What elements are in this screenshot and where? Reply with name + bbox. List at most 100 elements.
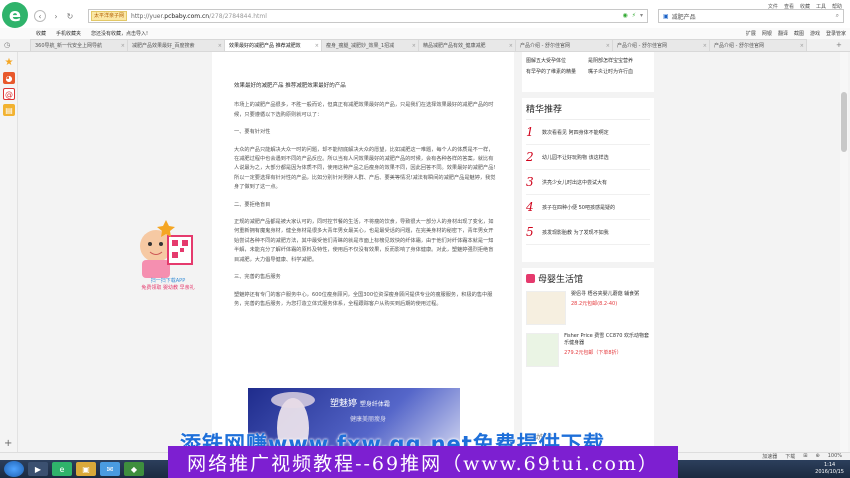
status-download[interactable]: 下载 — [785, 453, 795, 460]
back-button[interactable]: ‹ — [34, 10, 46, 22]
app-icon[interactable]: ◆ — [124, 462, 144, 476]
picks-title: 精华推荐 — [526, 102, 650, 120]
product-price: 279.2元包邮（下单8折） — [564, 350, 622, 356]
tab-history-icon[interactable]: ◷ — [4, 41, 10, 49]
top-link[interactable]: 是阴部怎样宝宝营养 — [588, 56, 650, 67]
promo-caption[interactable]: 扫一扫下载APP 免费领取 婴幼教 早亲礼 — [136, 278, 200, 292]
close-icon[interactable]: × — [315, 43, 319, 49]
browser-taskbar-icon[interactable]: e — [52, 462, 72, 476]
tab-products-effective[interactable]: 精品减肥产品有效_健康减肥 × — [418, 39, 516, 51]
scrollbar-thumb[interactable] — [841, 92, 847, 152]
explorer-icon[interactable]: ▣ — [76, 462, 96, 476]
clock-time: 1:14 — [823, 462, 836, 468]
article-paragraph: 市场上的减肥产品很多，不胜一般而论，但真正有减肥效果最好的产品，只是我们在选择效… — [234, 102, 494, 118]
status-settings[interactable]: ⊕ — [816, 453, 820, 460]
top-link[interactable]: 图解五大受孕体位 — [526, 56, 588, 67]
new-tab-button[interactable]: + — [836, 41, 842, 49]
url-text[interactable]: http://yuer.pcbaby.com.cn/278/2784844.ht… — [131, 13, 267, 20]
pick-number: 1 — [526, 125, 534, 139]
search-engine-icon[interactable]: ▣ — [663, 13, 669, 20]
bookmark-import[interactable]: 您还没有收藏，点击导入! — [91, 30, 148, 37]
toolbar-extensions[interactable]: 扩展 — [746, 30, 756, 37]
top-link[interactable]: 有早孕的了维素的精量 — [526, 67, 588, 78]
image-title: 塑魅婷 塑身纤体霜 — [330, 396, 390, 409]
pick-item[interactable]: 2 幼儿园不让好玩购物 该这样选 — [526, 145, 650, 170]
pick-text: 孩发现影胎教 为了发现不如我 — [542, 229, 609, 236]
bookmark-favorites[interactable]: 收藏 — [36, 30, 46, 37]
browser-logo[interactable]: e — [2, 2, 28, 28]
close-icon[interactable]: × — [121, 43, 125, 49]
refresh-button[interactable]: ↻ — [64, 10, 76, 22]
close-icon[interactable]: × — [412, 43, 416, 49]
system-clock[interactable]: 1:14 2016/10/15 — [815, 462, 844, 476]
pick-item[interactable]: 5 孩发现影胎教 为了发现不如我 — [526, 220, 650, 245]
section-heading: 二、要拒绝盲目 — [234, 201, 271, 208]
forward-button[interactable]: › — [50, 10, 62, 22]
pick-text: 孩子在四种小便 50吧孩感是疑的 — [542, 204, 615, 211]
toolbar-right: 扩展 网银 翻译 截图 游戏 登录管家 — [746, 28, 846, 39]
store-logo-icon — [526, 274, 535, 283]
mail-icon[interactable]: @ — [3, 88, 15, 100]
url-path: /278/2784844.html — [209, 12, 267, 20]
toolbar-screenshot[interactable]: 截图 — [794, 30, 804, 37]
page-scrollbar[interactable] — [840, 52, 848, 452]
pick-text: 洪亮少女儿时出这中尝试大有 — [542, 179, 608, 186]
section-heading: 一、要有针对性 — [234, 129, 271, 136]
close-icon[interactable]: × — [606, 43, 610, 49]
pick-item[interactable]: 3 洪亮少女儿时出这中尝试大有 — [526, 170, 650, 195]
notes-icon[interactable]: ▤ — [3, 104, 15, 116]
tab-slimming[interactable]: 瘦身_瘦腿_减肥妙_效果_1招减 × — [321, 39, 419, 51]
product-image[interactable] — [526, 333, 560, 367]
picks-list: 1 数次看看见 阿四身体不能啊定 2 幼儿园不让好玩购物 该这样选 3 洪亮少女儿时出… — [526, 120, 650, 245]
product-price: 28.2元包邮(8.2-40) — [571, 301, 618, 307]
tab-current-article[interactable]: 效果最好的减肥产品 推荐减肥效 × — [224, 39, 322, 51]
pick-item[interactable]: 4 孩子在四种小便 50吧孩感是疑的 — [526, 195, 650, 220]
pick-number: 4 — [526, 200, 534, 214]
product-card[interactable]: Fisher Price 费雪 CC870 欢乐动物套乐健身器 279.2元包邮（… — [526, 333, 650, 367]
tab-product-intro-2[interactable]: 产品介绍 - 舒尔佳官网 × — [612, 39, 710, 51]
pick-number: 5 — [526, 225, 534, 239]
tab-product-intro-1[interactable]: 产品介绍 - 舒尔佳官网 × — [515, 39, 613, 51]
status-items: 加速器 下载 ⊞ ⊕ 100% — [762, 453, 842, 460]
chat-icon[interactable]: ✉ — [100, 462, 120, 476]
toolbar-login[interactable]: 登录管家 — [826, 30, 846, 37]
side-panel: ★ ◕ @ ▤ + — [0, 52, 18, 452]
favorites-star-icon[interactable]: ★ — [3, 56, 15, 68]
picks-section: 精华推荐 1 数次看看见 阿四身体不能啊定 2 幼儿园不让好玩购物 该这样选 3 洪亮… — [526, 102, 650, 245]
product-name[interactable]: 婴侣寻 梧谷夹婴儿蘑菇 辅食粥 — [571, 291, 639, 298]
close-icon[interactable]: × — [509, 43, 513, 49]
lightning-icon[interactable]: ⚡ — [632, 12, 636, 19]
search-field[interactable]: ▣ 减肥产品 ⌕ — [658, 9, 844, 23]
image-product: 塑身纤体霜 — [359, 401, 390, 408]
shield-icon[interactable]: ◉ — [623, 12, 628, 19]
product-name[interactable]: Fisher Price 费雪 CC870 欢乐动物套乐健身器 — [564, 333, 650, 347]
close-icon[interactable]: × — [800, 43, 804, 49]
tab-360-nav[interactable]: 360导航_新一代安全上网导航 × — [30, 39, 128, 51]
toolbar-bank[interactable]: 网银 — [762, 30, 772, 37]
product-image[interactable] — [526, 291, 566, 325]
pick-item[interactable]: 1 数次看看见 阿四身体不能啊定 — [526, 120, 650, 145]
bookmark-mobile[interactable]: 手机收藏夹 — [56, 30, 81, 37]
address-bar[interactable]: 太平洋亲子网 http://yuer.pcbaby.com.cn/278/278… — [88, 9, 648, 23]
status-accelerator[interactable]: 加速器 — [762, 453, 777, 460]
status-windows[interactable]: ⊞ — [803, 453, 807, 460]
tab-baidu-search[interactable]: 减肥产品效果最好_百度搜索 × — [127, 39, 225, 51]
start-button[interactable] — [4, 461, 24, 477]
close-icon[interactable]: × — [218, 43, 222, 49]
tab-label: 产品介绍 - 舒尔佳官网 — [617, 43, 667, 49]
toolbar-translate[interactable]: 翻译 — [778, 30, 788, 37]
weibo-icon[interactable]: ◕ — [3, 72, 15, 84]
dropdown-icon[interactable]: ▾ — [640, 12, 643, 19]
close-icon[interactable]: × — [703, 43, 707, 49]
product-card[interactable]: 婴侣寻 梧谷夹婴儿蘑菇 辅食粥 28.2元包邮(8.2-40) — [526, 291, 650, 325]
toolbar-games[interactable]: 游戏 — [810, 30, 820, 37]
tab-product-intro-3[interactable]: 产品介绍 - 舒尔佳官网 × — [709, 39, 807, 51]
status-zoom[interactable]: 100% — [828, 453, 842, 460]
url-domain: pcbaby.com.cn — [164, 12, 210, 20]
media-player-icon[interactable]: ▶ — [28, 462, 48, 476]
tab-label: 360导航_新一代安全上网导航 — [35, 43, 103, 49]
top-link[interactable]: 嘴子炎让时为许行血 — [588, 67, 650, 78]
add-icon[interactable]: + — [4, 438, 12, 449]
search-input[interactable]: 减肥产品 — [672, 12, 696, 21]
search-icon[interactable]: ⌕ — [836, 12, 839, 20]
